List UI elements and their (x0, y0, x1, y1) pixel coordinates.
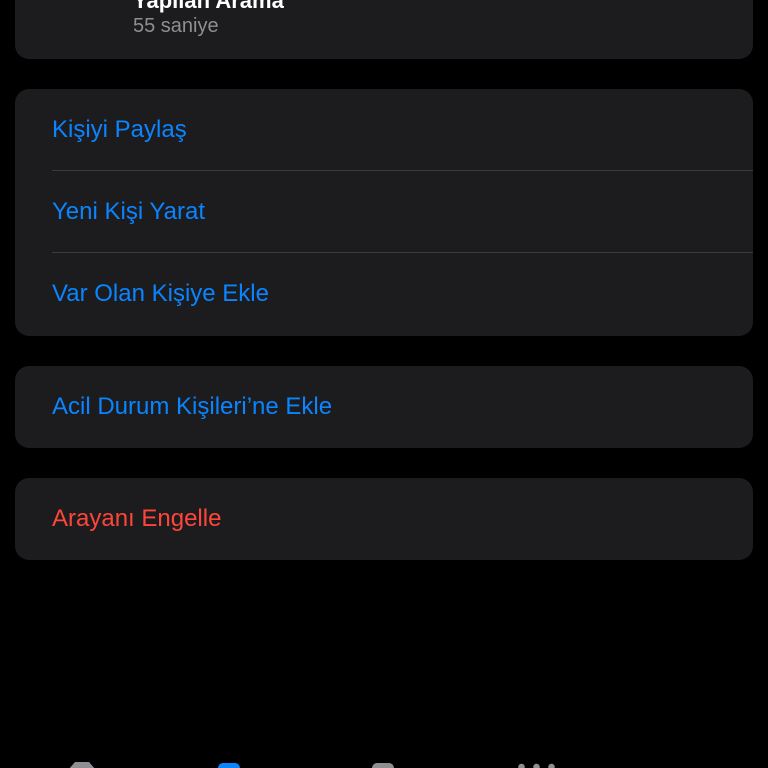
add-to-existing-contact-label: Var Olan Kişiye Ekle (52, 280, 269, 307)
star-icon[interactable] (68, 762, 96, 768)
emergency-contacts-card: Acil Durum Kişileri’ne Ekle (15, 366, 753, 448)
call-info-card: Yapılan Arama 55 saniye (15, 0, 753, 59)
add-to-existing-contact-button[interactable]: Var Olan Kişiye Ekle (15, 253, 753, 335)
call-details-screen: Yapılan Arama 55 saniye Kişiyi Paylaş Ye… (0, 0, 768, 768)
call-type-label: Yapılan Arama (133, 0, 284, 13)
keypad-icon[interactable] (514, 763, 558, 768)
person-icon[interactable] (372, 763, 394, 768)
tab-bar (0, 750, 768, 768)
share-contact-label: Kişiyi Paylaş (52, 116, 187, 143)
block-caller-button[interactable]: Arayanı Engelle (15, 478, 753, 560)
block-caller-label: Arayanı Engelle (52, 505, 222, 532)
add-to-emergency-contacts-button[interactable]: Acil Durum Kişileri’ne Ekle (15, 366, 753, 448)
block-caller-card: Arayanı Engelle (15, 478, 753, 560)
contact-actions-card: Kişiyi Paylaş Yeni Kişi Yarat Var Olan K… (15, 89, 753, 336)
create-new-contact-button[interactable]: Yeni Kişi Yarat (15, 171, 753, 253)
call-duration-label: 55 saniye (133, 15, 219, 37)
share-contact-button[interactable]: Kişiyi Paylaş (15, 89, 753, 171)
add-to-emergency-contacts-label: Acil Durum Kişileri’ne Ekle (52, 393, 333, 420)
clock-icon[interactable] (218, 763, 240, 768)
create-new-contact-label: Yeni Kişi Yarat (52, 198, 205, 225)
